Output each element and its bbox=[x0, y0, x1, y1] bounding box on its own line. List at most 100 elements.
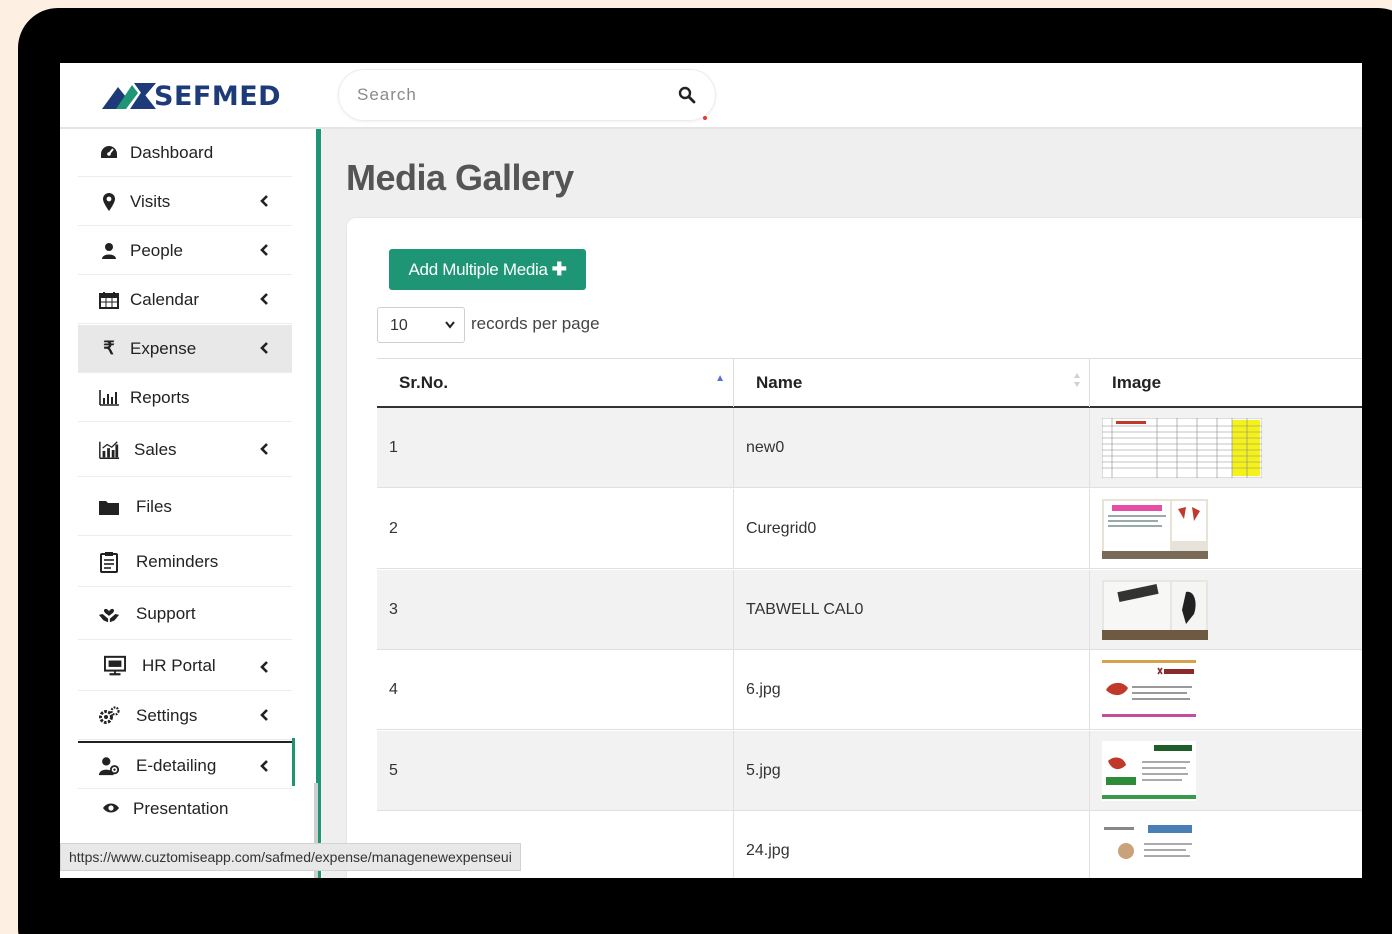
top-bar: SEFMED bbox=[60, 63, 1362, 129]
add-button-label: Add Multiple Media bbox=[408, 259, 548, 279]
chevron-left-icon bbox=[260, 709, 268, 721]
records-per-page-label: records per page bbox=[471, 314, 600, 333]
kariliv-green-thumbnail-image[interactable] bbox=[1102, 741, 1196, 801]
column-header-image[interactable]: Image bbox=[1090, 359, 1362, 407]
beezyme-thumbnail-image[interactable] bbox=[1102, 821, 1196, 878]
tablet-ad-thumbnail-image[interactable] bbox=[1102, 580, 1208, 640]
clipboard-icon bbox=[98, 551, 120, 573]
sidebar-item-label: Visits bbox=[130, 191, 171, 211]
sidebar-item-reminders[interactable]: Reminders bbox=[78, 537, 292, 587]
eye-icon bbox=[102, 801, 120, 820]
chevron-left-icon bbox=[260, 443, 268, 455]
sidebar-item-expense[interactable]: ₹ Expense bbox=[78, 325, 292, 373]
sidebar-item-people[interactable]: People bbox=[78, 227, 292, 275]
page-title: Media Gallery bbox=[346, 157, 574, 198]
column-header-srno[interactable]: Sr.No. ▲ bbox=[377, 359, 734, 407]
sidebar-item-e-detailing[interactable]: E-detailing bbox=[78, 741, 292, 789]
sidebar-item-label: Sales bbox=[134, 439, 177, 459]
table-row[interactable]: 2 Curegrid0 bbox=[377, 489, 1362, 569]
sidebar-item-hr-portal[interactable]: HR Portal bbox=[78, 641, 292, 691]
sidebar-item-visits[interactable]: Visits bbox=[78, 178, 292, 226]
sort-icon bbox=[1074, 373, 1080, 387]
sidebar-subitem-presentation[interactable]: Presentation bbox=[78, 789, 292, 829]
sidebar-item-sales[interactable]: Sales bbox=[78, 423, 292, 477]
kariliv-thumbnail-image[interactable] bbox=[1102, 660, 1196, 720]
sidebar-item-calendar[interactable]: Calendar bbox=[78, 276, 292, 324]
app-screen: SEFMED Dashboard Visits bbox=[60, 63, 1362, 878]
brand-logo[interactable]: SEFMED bbox=[102, 78, 281, 114]
cell-name: Curegrid0 bbox=[746, 520, 817, 537]
table-row[interactable]: 5 5.jpg bbox=[377, 731, 1362, 811]
cell-srno: 3 bbox=[389, 601, 398, 618]
table-row[interactable]: 3 TABWELL CAL0 bbox=[377, 570, 1362, 650]
sidebar-item-label: Expense bbox=[130, 338, 197, 358]
sidebar-item-settings[interactable]: Settings bbox=[78, 692, 292, 740]
logo-mark-icon bbox=[102, 83, 156, 109]
bar-chart-icon bbox=[98, 387, 120, 409]
cell-name: 5.jpg bbox=[746, 762, 781, 779]
chevron-left-icon bbox=[260, 342, 268, 354]
sort-asc-icon: ▲ bbox=[715, 373, 725, 384]
sidebar-item-label: HR Portal bbox=[142, 655, 216, 675]
map-marker-icon bbox=[98, 191, 120, 213]
cell-srno: 4 bbox=[389, 681, 398, 698]
chevron-left-icon bbox=[260, 661, 268, 673]
cell-name: new0 bbox=[746, 439, 785, 456]
rupee-icon: ₹ bbox=[103, 338, 115, 358]
sidebar-item-dashboard[interactable]: Dashboard bbox=[78, 129, 292, 177]
monitor-icon bbox=[104, 655, 126, 677]
notification-dot bbox=[703, 116, 707, 120]
sidebar-item-label: Dashboard bbox=[130, 142, 214, 162]
records-per-page-value: 10 bbox=[390, 317, 408, 334]
sidebar-item-label: Settings bbox=[136, 705, 198, 725]
user-gear-icon bbox=[98, 755, 120, 777]
user-icon bbox=[98, 240, 120, 262]
cell-srno: 2 bbox=[389, 520, 398, 537]
search-box[interactable] bbox=[338, 69, 716, 121]
folder-icon bbox=[98, 496, 120, 518]
dashboard-icon bbox=[98, 142, 120, 164]
sidebar-item-label: People bbox=[130, 240, 183, 260]
active-group-border bbox=[292, 738, 295, 786]
sidebar-item-label: Reports bbox=[130, 387, 190, 407]
calendar-icon bbox=[98, 289, 120, 311]
gears-icon bbox=[98, 705, 120, 727]
hands-heart-icon bbox=[98, 603, 120, 625]
add-multiple-media-button[interactable]: Add Multiple Media ✚ bbox=[389, 249, 586, 290]
chevron-left-icon bbox=[260, 244, 268, 256]
table-row[interactable]: 4 6.jpg bbox=[377, 650, 1362, 730]
search-input[interactable] bbox=[357, 82, 657, 108]
sidebar-item-label: Reminders bbox=[136, 551, 219, 571]
chevron-left-icon bbox=[260, 760, 268, 772]
sidebar-accent-rail bbox=[316, 129, 321, 878]
main-content: Media Gallery Add Multiple Media ✚ 10 re… bbox=[322, 129, 1362, 878]
sidebar: Dashboard Visits People Calendar ₹ Expen bbox=[60, 129, 322, 878]
search-icon[interactable] bbox=[677, 85, 697, 105]
table-row[interactable]: 1 new0 bbox=[377, 408, 1362, 488]
cell-srno: 1 bbox=[389, 439, 398, 456]
sidebar-item-label: Support bbox=[136, 603, 196, 623]
sidebar-item-label: Calendar bbox=[130, 289, 199, 309]
gallery-card: Add Multiple Media ✚ 10 records per page… bbox=[346, 217, 1362, 878]
brand-name: SEFMED bbox=[154, 80, 282, 112]
cell-name: 6.jpg bbox=[746, 681, 781, 698]
column-header-name[interactable]: Name bbox=[734, 359, 1090, 407]
cell-srno: 5 bbox=[389, 762, 398, 779]
sidebar-item-reports[interactable]: Reports bbox=[78, 374, 292, 422]
table-header: Sr.No. ▲ Name Image bbox=[377, 358, 1362, 408]
sidebar-item-label: Files bbox=[136, 496, 172, 516]
sidebar-item-label: E-detailing bbox=[136, 755, 217, 775]
records-per-page-select[interactable]: 10 bbox=[377, 307, 465, 343]
spreadsheet-thumbnail-image[interactable] bbox=[1102, 418, 1262, 478]
sidebar-item-support[interactable]: Support bbox=[78, 588, 292, 640]
status-bar-url: https://www.cuztomiseapp.com/safmed/expe… bbox=[60, 843, 521, 871]
sales-chart-icon bbox=[98, 439, 120, 461]
sidebar-item-files[interactable]: Files bbox=[78, 478, 292, 536]
table-row[interactable]: 24.jpg bbox=[377, 811, 1362, 878]
brochure-thumbnail-image[interactable] bbox=[1102, 499, 1208, 559]
chevron-left-icon bbox=[260, 293, 268, 305]
chevron-left-icon bbox=[260, 195, 268, 207]
sidebar-subitem-label: Presentation bbox=[133, 799, 229, 818]
cell-name: 24.jpg bbox=[746, 842, 790, 859]
cell-name: TABWELL CAL0 bbox=[746, 601, 864, 618]
